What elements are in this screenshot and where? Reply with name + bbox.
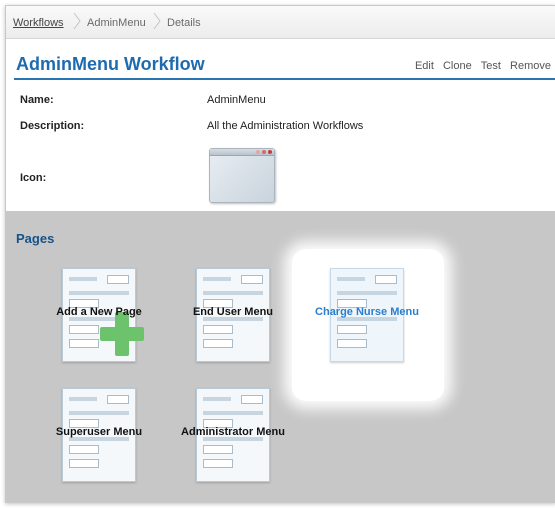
tile-label-administrator-menu[interactable]: Administrator Menu	[153, 426, 313, 438]
remove-button[interactable]: Remove	[510, 60, 551, 72]
header-actions: Edit Clone Test Remove	[409, 60, 551, 72]
clone-button[interactable]: Clone	[443, 60, 472, 72]
tile-label-charge-nurse-menu[interactable]: Charge Nurse Menu	[287, 306, 447, 318]
breadcrumb-separator-icon	[153, 12, 161, 30]
window-dot-icon	[262, 150, 266, 154]
description-value: All the Administration Workflows	[207, 120, 364, 132]
edit-button[interactable]: Edit	[415, 60, 434, 72]
window-titlebar	[210, 149, 274, 156]
window-dot-icon	[256, 150, 260, 154]
breadcrumb: Workflows AdminMenu Details	[6, 6, 555, 39]
breadcrumb-separator-icon	[73, 12, 81, 30]
pages-section-title: Pages	[16, 231, 55, 246]
icon-label: Icon:	[20, 172, 47, 184]
name-label: Name:	[20, 94, 54, 106]
test-button[interactable]: Test	[481, 60, 501, 72]
window-close-icon	[268, 150, 272, 154]
workflow-details-panel: Workflows AdminMenu Details AdminMenu Wo…	[5, 5, 555, 503]
page-title: AdminMenu Workflow	[16, 54, 205, 74]
page-header: AdminMenu Workflow Edit Clone Test Remov…	[14, 54, 555, 80]
name-value: AdminMenu	[207, 94, 266, 106]
plus-icon	[100, 312, 144, 356]
description-label: Description:	[20, 120, 85, 132]
window-icon[interactable]	[209, 148, 275, 203]
breadcrumb-adminmenu[interactable]: AdminMenu	[87, 17, 146, 29]
breadcrumb-workflows-link[interactable]: Workflows	[13, 17, 64, 29]
breadcrumb-details: Details	[167, 17, 201, 29]
